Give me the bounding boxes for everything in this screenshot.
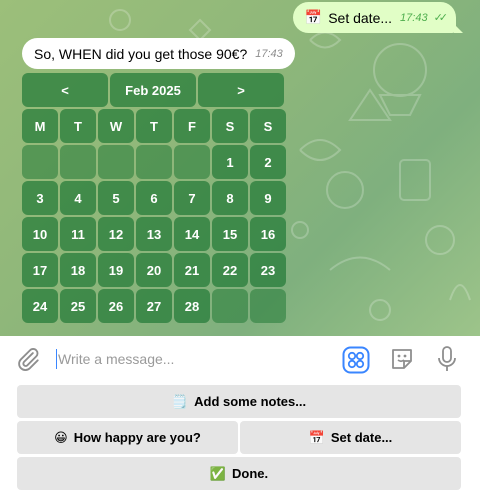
- day-button[interactable]: 19: [98, 253, 134, 287]
- day-button[interactable]: 9: [250, 181, 286, 215]
- next-month-button[interactable]: >: [198, 73, 284, 107]
- calendar-nav-row: < Feb 2025 >: [22, 73, 286, 107]
- set-date-label: Set date...: [330, 430, 393, 445]
- empty-day-cell[interactable]: [22, 145, 58, 179]
- how-happy-button[interactable]: 😀 How happy are you?: [17, 421, 238, 454]
- check-mark-icon: ✅: [209, 465, 227, 481]
- day-button[interactable]: 16: [250, 217, 286, 251]
- empty-day-cell[interactable]: [60, 145, 96, 179]
- weekday-header[interactable]: F: [174, 109, 210, 143]
- incoming-message-time: 17:43: [255, 47, 283, 60]
- day-button[interactable]: 2: [250, 145, 286, 179]
- day-button[interactable]: 27: [136, 289, 172, 323]
- outgoing-message-time: 17:43: [400, 11, 428, 24]
- empty-day-cell[interactable]: [250, 289, 286, 323]
- day-button[interactable]: 6: [136, 181, 172, 215]
- add-notes-label: Add some notes...: [194, 394, 307, 409]
- day-button[interactable]: 23: [250, 253, 286, 287]
- day-button[interactable]: 8: [212, 181, 248, 215]
- weekday-header[interactable]: T: [60, 109, 96, 143]
- incoming-message: So, WHEN did you get those 90€? 17:43: [22, 38, 295, 69]
- day-button[interactable]: 13: [136, 217, 172, 251]
- message-input[interactable]: Write a message...: [56, 349, 174, 369]
- day-button[interactable]: 18: [60, 253, 96, 287]
- weekday-header[interactable]: S: [250, 109, 286, 143]
- day-button[interactable]: 7: [174, 181, 210, 215]
- add-notes-button[interactable]: 🗒️ Add some notes...: [17, 385, 461, 418]
- calendar-icon: 📅: [308, 429, 325, 445]
- bubble-tail: [454, 24, 463, 33]
- done-button[interactable]: ✅ Done.: [17, 457, 461, 490]
- empty-day-cell[interactable]: [174, 145, 210, 179]
- notepad-icon: 🗒️: [171, 393, 189, 409]
- microphone-icon[interactable]: [436, 345, 458, 373]
- day-button[interactable]: 3: [22, 181, 58, 215]
- empty-day-cell[interactable]: [212, 289, 248, 323]
- grinning-face-icon: 😀: [54, 429, 68, 445]
- sticker-icon[interactable]: [389, 346, 415, 372]
- empty-day-cell[interactable]: [98, 145, 134, 179]
- message-composer: Write a message...: [0, 336, 480, 382]
- day-button[interactable]: 25: [60, 289, 96, 323]
- done-label: Done.: [232, 466, 269, 481]
- day-button[interactable]: 17: [22, 253, 58, 287]
- day-button[interactable]: 5: [98, 181, 134, 215]
- day-button[interactable]: 28: [174, 289, 210, 323]
- day-button[interactable]: 1: [212, 145, 248, 179]
- day-button[interactable]: 21: [174, 253, 210, 287]
- weekday-header[interactable]: W: [98, 109, 134, 143]
- read-checkmarks-icon: ✓✓: [433, 12, 449, 24]
- day-button[interactable]: 24: [22, 289, 58, 323]
- day-button[interactable]: 11: [60, 217, 96, 251]
- incoming-message-text: So, WHEN did you get those 90€?: [34, 45, 248, 62]
- weekday-header[interactable]: M: [22, 109, 58, 143]
- day-button[interactable]: 4: [60, 181, 96, 215]
- inline-calendar-keyboard: < Feb 2025 > M T W T F S S 1 2 3 4 5 6 7 8 9 10 11 12 13 14 1…: [22, 73, 288, 323]
- day-button[interactable]: 20: [136, 253, 172, 287]
- paperclip-icon[interactable]: [15, 346, 41, 372]
- day-button[interactable]: 15: [212, 217, 248, 251]
- calendar-emoji-icon: 📅: [304, 9, 323, 25]
- day-button[interactable]: 12: [98, 217, 134, 251]
- bot-command-icon[interactable]: [342, 346, 370, 374]
- day-button[interactable]: 14: [174, 217, 210, 251]
- set-date-button[interactable]: 📅 Set date...: [240, 421, 461, 454]
- outgoing-message: 📅 Set date... 17:43 ✓✓: [292, 2, 463, 33]
- day-button[interactable]: 26: [98, 289, 134, 323]
- empty-day-cell[interactable]: [136, 145, 172, 179]
- month-label-button[interactable]: Feb 2025: [110, 73, 196, 107]
- weekday-header[interactable]: S: [212, 109, 248, 143]
- outgoing-message-text: Set date...: [328, 9, 393, 26]
- day-button[interactable]: 22: [212, 253, 248, 287]
- prev-month-button[interactable]: <: [22, 73, 108, 107]
- how-happy-label: How happy are you?: [73, 430, 201, 445]
- weekday-header[interactable]: T: [136, 109, 172, 143]
- day-button[interactable]: 10: [22, 217, 58, 251]
